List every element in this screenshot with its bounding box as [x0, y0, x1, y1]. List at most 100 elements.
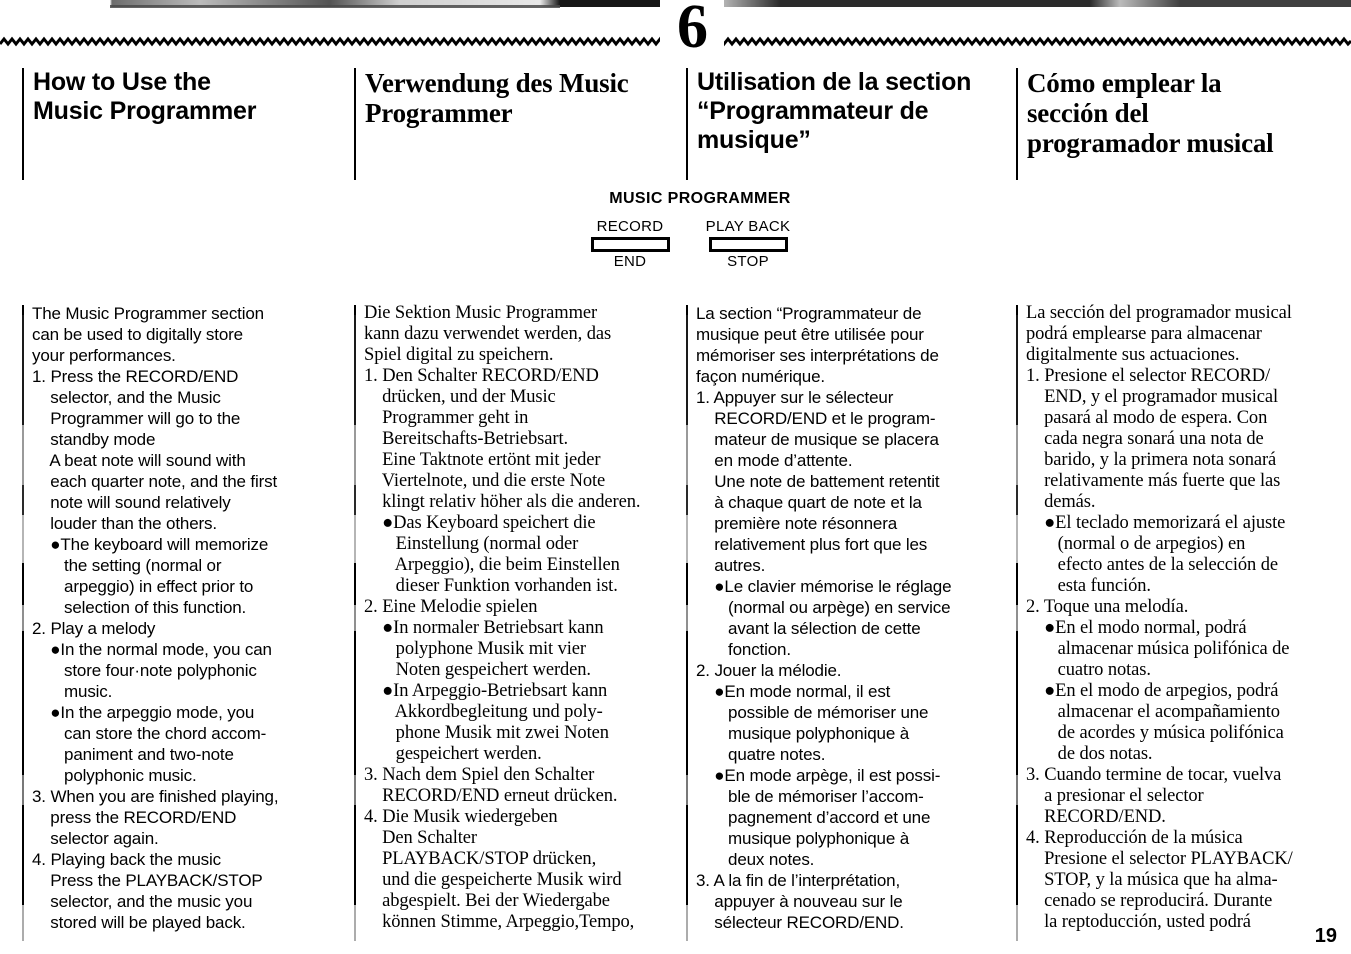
text-line: Programmer [365, 98, 513, 128]
page-title-spanish: Cómo emplear la sección del programador mu… [1027, 68, 1336, 158]
text-line: Presione el selector PLAYBACK/ [1026, 849, 1293, 869]
text-line: a presionar el selector [1026, 786, 1204, 806]
text-line: première note résonnera [696, 514, 898, 533]
text-line: polyphonic music. [32, 766, 197, 785]
text-line: sélecteur RECORD/END. [696, 913, 904, 932]
text-line: Utilisation de la section [697, 68, 972, 96]
text-line: demás. [1026, 492, 1096, 512]
text-line: the setting (normal or [32, 556, 222, 575]
text-line: RECORD/END et le program- [696, 409, 936, 428]
text-line: can store the chord accom- [32, 724, 267, 743]
text-line: autres. [696, 556, 766, 575]
text-line: 4. Reproducción de la música [1026, 828, 1243, 848]
text-line: avant la sélection de cette [696, 619, 921, 638]
text-line: ●In Arpeggio-Betriebsart kann [364, 681, 608, 701]
text-line: each quarter note, and the first [32, 472, 278, 491]
text-line: efecto antes de la selección de [1026, 555, 1278, 575]
text-line: deux notes. [696, 850, 815, 869]
text-line: de acordes y música polifónica [1026, 723, 1284, 743]
text-line: musique” [697, 126, 811, 154]
text-line: 1. Den Schalter RECORD/END [364, 366, 599, 386]
text-line: musique polyphonique à [696, 829, 910, 848]
text-line: almacenar el acompañamiento [1026, 702, 1280, 722]
text-line: selector again. [32, 829, 159, 848]
text-line: A beat note will sound with [32, 451, 246, 470]
text-line: barido, y la primera nota sonará [1026, 450, 1277, 470]
text-line: 1. Presione el selector RECORD/ [1026, 366, 1271, 386]
text-line: à chaque quart de note et la [696, 493, 922, 512]
text-line: ●Le clavier mémorise le réglage [696, 577, 952, 596]
text-line: Verwendung des Music [365, 68, 629, 98]
text-line: Die Sektion Music Programmer [364, 303, 598, 323]
record-switch-top-label: RECORD [596, 218, 664, 235]
text-line: possible de mémoriser une [696, 703, 929, 722]
text-line: 2. Jouer la mélodie. [696, 661, 842, 680]
text-line: your performances. [32, 346, 176, 365]
page-number: 19 [1314, 925, 1337, 947]
text-line: standby mode [32, 430, 156, 449]
text-line: 2. Toque una melodía. [1026, 597, 1189, 617]
text-line: de dos notas. [1026, 744, 1153, 764]
heading-column-spanish: Cómo emplear la sección del programador mu… [1016, 68, 1336, 180]
text-line: kann dazu verwendet werden, das [364, 324, 612, 344]
text-line: selector, and the music you [32, 892, 253, 911]
text-line: polyphone Musik mit vier [364, 639, 586, 659]
heading-column-german: Verwendung des Music Programmer [354, 68, 683, 180]
text-line: 3. A la fin de l’interprétation, [696, 871, 901, 890]
text-line: stored will be played back. [32, 913, 246, 932]
text-line: cenado se reproducirá. Durante [1026, 891, 1273, 911]
text-line: (normal o de arpegios) en [1026, 534, 1246, 554]
playback-switch-top-label: PLAY BACK [705, 218, 791, 235]
text-line: Den Schalter [364, 828, 477, 848]
text-line: programador musical [1027, 128, 1274, 158]
text-line: relativamente más fuerte que las [1026, 471, 1281, 491]
heading-band: How to Use the Music Programmer Verwendun… [0, 68, 1351, 180]
text-line: podrá emplearse para almacenar [1026, 324, 1262, 344]
text-line: esta función. [1026, 576, 1151, 596]
playback-stop-switch-group: PLAY BACK STOP [693, 218, 803, 270]
body-text-english: The Music Programmer section can be used … [32, 303, 354, 933]
body-column-german: Die Sektion Music Programmer kann dazu ve… [354, 303, 686, 943]
text-line: mateur de musique se placera [696, 430, 939, 449]
text-line: ●Das Keyboard speichert die [364, 513, 596, 533]
text-line: fonction. [696, 640, 791, 659]
text-line: paniment and two-note [32, 745, 234, 764]
text-line: Press the PLAYBACK/STOP [32, 871, 263, 890]
text-line: Eine Taktnote ertönt mit jeder [364, 450, 601, 470]
text-line: PLAYBACK/STOP drücken, [364, 849, 597, 869]
record-end-switch-group: RECORD END [575, 218, 685, 270]
text-line: music. [32, 682, 113, 701]
text-line: ●En el modo de arpegios, podrá [1026, 681, 1279, 701]
text-line: quatre notes. [696, 745, 826, 764]
text-line: RECORD/END erneut drücken. [364, 786, 618, 806]
text-line: ●In the arpeggio mode, you [32, 703, 255, 722]
playback-stop-switch-icon[interactable] [708, 237, 788, 252]
text-line: ●In normaler Betriebsart kann [364, 618, 604, 638]
text-line: Programmer will go to the [32, 409, 241, 428]
text-line: Viertelnote, und die erste Note [364, 471, 606, 491]
text-line: Programmer geht in [364, 408, 529, 428]
text-line: ble de mémoriser l’accom- [696, 787, 924, 806]
text-line: 4. Playing back the music [32, 850, 222, 869]
playback-switch-bottom-label: STOP [727, 253, 769, 270]
text-line: dieser Funktion vorhanden ist. [364, 576, 618, 596]
text-line: pagnement d’accord et une [696, 808, 931, 827]
text-line: Akkordbegleitung und poly- [364, 702, 603, 722]
record-end-switch-icon[interactable] [590, 237, 670, 252]
text-line: pasará al modo de espera. Con [1026, 408, 1268, 428]
text-line: selector, and the Music [32, 388, 221, 407]
text-line: Music Programmer [33, 97, 257, 125]
text-line: STOP, y la música que ha alma- [1026, 870, 1278, 890]
body-column-french: La section “Programmateur de musique peut… [686, 303, 1016, 943]
text-line: mémoriser ses interprétations de [696, 346, 939, 365]
text-line: ●El teclado memorizará el ajuste [1026, 513, 1286, 533]
text-line: Spiel digital zu speichern. [364, 345, 554, 365]
text-line: 2. Eine Melodie spielen [364, 597, 538, 617]
text-line: RECORD/END. [1026, 807, 1166, 827]
text-line: abgespielt. Bei der Wiedergabe [364, 891, 610, 911]
text-line: La section “Programmateur de [696, 304, 922, 323]
text-line: La sección del programador musical [1026, 303, 1292, 323]
text-line: arpeggio) in effect prior to [32, 577, 254, 596]
text-line: press the RECORD/END [32, 808, 237, 827]
text-line: appuyer à nouveau sur le [696, 892, 903, 911]
